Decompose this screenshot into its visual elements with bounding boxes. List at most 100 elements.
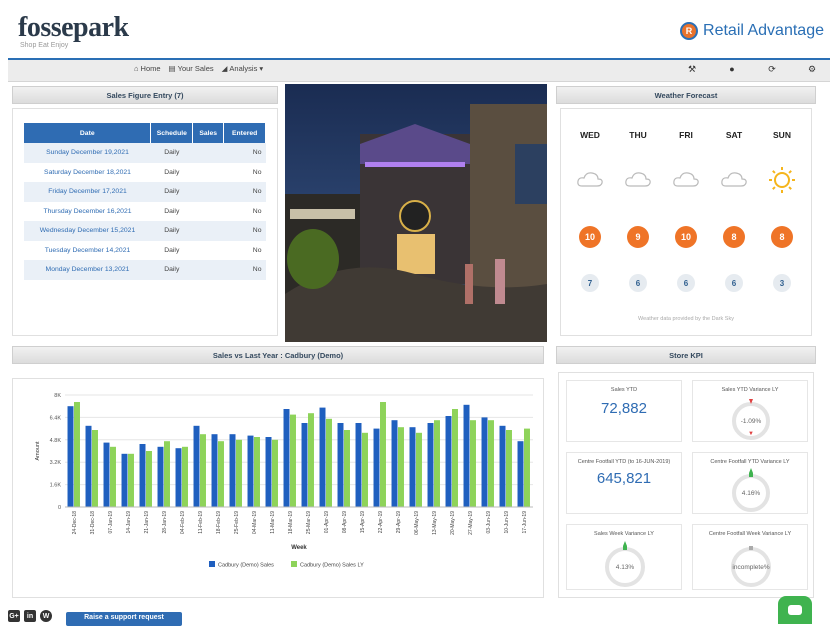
wordpress-icon[interactable]: W bbox=[40, 610, 52, 622]
chart-bar bbox=[319, 407, 326, 507]
chart-bar bbox=[85, 425, 92, 507]
kpi-footfall-ytd-variance[interactable]: Centre Footfall YTD Variance LY 4.16% bbox=[692, 452, 808, 514]
kpi-sales-ytd[interactable]: Sales YTD 72,882 bbox=[566, 380, 682, 442]
table-row[interactable]: Wednesday December 15,2021 Daily No bbox=[24, 221, 266, 241]
sales-chart-panel: 0 1.6K 3.2K 4.8K 6.4K 8K Amount 24-Dec-18 31-Dec… bbox=[12, 378, 544, 598]
x-tick-label: 31-Dec-18 bbox=[90, 511, 96, 535]
chart-bar bbox=[229, 434, 236, 507]
x-tick-label: 28-Jan-19 bbox=[162, 511, 168, 534]
forecast-high: 9 bbox=[614, 226, 662, 248]
table-row[interactable]: Saturday December 18,2021 Daily No bbox=[24, 163, 266, 183]
chart-bar bbox=[337, 423, 344, 507]
y-tick-label: 0 bbox=[58, 505, 61, 511]
chart-bar bbox=[67, 406, 74, 507]
low-temp-badge: 6 bbox=[629, 274, 647, 292]
x-tick-label: 20-May-19 bbox=[450, 511, 456, 535]
x-tick-label: 03-Jun-19 bbox=[486, 511, 492, 534]
sales-entry-table-wrap: Date Schedule Sales Entered Sunday Decem… bbox=[24, 123, 266, 280]
chat-button[interactable] bbox=[778, 596, 812, 624]
legend-swatch bbox=[291, 561, 297, 567]
kpi-label: Sales YTD bbox=[610, 387, 638, 393]
cell-date[interactable]: Wednesday December 15,2021 bbox=[24, 221, 151, 241]
chart-bar bbox=[398, 427, 404, 507]
x-tick-label: 08-Apr-19 bbox=[342, 511, 348, 533]
google-plus-icon[interactable]: G+ bbox=[8, 610, 20, 622]
weather-panel bbox=[560, 108, 812, 336]
cell-date[interactable]: Saturday December 18,2021 bbox=[24, 163, 151, 183]
kpi-sales-week-variance[interactable]: Sales Week Variance LY 4.13% bbox=[566, 524, 682, 590]
cell-schedule: Daily bbox=[164, 207, 180, 215]
nav-analysis[interactable]: ◢ Analysis ▾ bbox=[222, 64, 263, 73]
weather-day: THU bbox=[629, 130, 647, 140]
centre-image bbox=[285, 84, 547, 342]
table-row[interactable]: Friday December 17,2021 Daily No bbox=[24, 182, 266, 202]
x-tick-label: 07-Jan-19 bbox=[108, 511, 114, 534]
forecast-high: 10 bbox=[662, 226, 710, 248]
x-tick-label: 15-Apr-19 bbox=[360, 511, 366, 533]
cell-schedule: Daily bbox=[150, 260, 193, 280]
forecast-low: 6 bbox=[614, 274, 662, 292]
kpi-sales-ytd-variance[interactable]: Sales YTD Variance LY -1.09% ▼ bbox=[692, 380, 808, 442]
weather-days: WED THU FRI SAT SUN bbox=[566, 130, 806, 140]
table-header-row: Date Schedule Sales Entered bbox=[24, 123, 266, 143]
high-temp-badge: 10 bbox=[579, 226, 601, 248]
social-links: G+ in W bbox=[8, 610, 52, 622]
chart-bar bbox=[211, 434, 218, 507]
table-row[interactable]: Monday December 13,2021 Daily No bbox=[24, 260, 266, 280]
cell-date[interactable]: Tuesday December 14,2021 bbox=[24, 241, 151, 261]
kpi-footfall-ytd[interactable]: Centre Footfall YTD (to 16-JUN-2019) 645… bbox=[566, 452, 682, 514]
sales-entry-panel: Date Schedule Sales Entered Sunday Decem… bbox=[12, 108, 278, 336]
y-tick-label: 6.4K bbox=[50, 415, 62, 421]
x-tick-label: 14-Jan-19 bbox=[126, 511, 132, 534]
chart-bar bbox=[326, 418, 332, 507]
kpi-footfall-week-variance[interactable]: Centre Footfall Week Variance LY incompl… bbox=[692, 524, 808, 590]
brand-tagline: Shop Eat Enjoy bbox=[20, 42, 69, 49]
chart-bar bbox=[517, 441, 524, 507]
nav-your-sales[interactable]: ▤ Your Sales bbox=[169, 64, 214, 73]
column-header-sales[interactable]: Sales bbox=[192, 123, 225, 143]
cell-date[interactable]: Monday December 13,2021 bbox=[24, 260, 151, 280]
nav-home[interactable]: ⌂ Home bbox=[134, 64, 161, 73]
cell-schedule: Daily bbox=[150, 221, 193, 241]
cell-schedule: Daily bbox=[150, 182, 193, 202]
chart-bar bbox=[488, 420, 494, 507]
column-header-entered[interactable]: Entered bbox=[223, 123, 266, 143]
retail-advantage-icon: R bbox=[680, 22, 699, 40]
help-icon[interactable]: ● bbox=[712, 64, 752, 75]
chart-bar bbox=[290, 414, 296, 507]
gear-icon[interactable]: ⚙ bbox=[792, 64, 830, 75]
table-row[interactable]: Tuesday December 14,2021 Daily No bbox=[24, 241, 266, 261]
linkedin-icon[interactable]: in bbox=[24, 610, 36, 622]
cell-entered: No bbox=[252, 207, 262, 215]
forecast-low: 6 bbox=[662, 274, 710, 292]
table-row[interactable]: Sunday December 19,2021 Daily No bbox=[24, 143, 266, 163]
chart-bar bbox=[362, 432, 368, 507]
y-tick-label: 8K bbox=[54, 393, 61, 399]
cell-date[interactable]: Sunday December 19,2021 bbox=[24, 143, 151, 163]
wrench-icon[interactable]: ⚒ bbox=[672, 64, 712, 75]
y-axis-label: Amount bbox=[35, 441, 41, 460]
cell-date[interactable]: Thursday December 16,2021 bbox=[24, 202, 151, 222]
column-header-date[interactable]: Date bbox=[24, 123, 152, 143]
high-temp-badge: 9 bbox=[627, 226, 649, 248]
chart-bar bbox=[355, 423, 362, 507]
x-tick-label: 22-Apr-19 bbox=[378, 511, 384, 533]
chart-bar bbox=[481, 417, 488, 507]
kpi-value: -1.09% bbox=[740, 418, 762, 425]
chart-bar bbox=[200, 434, 206, 507]
cell-entered: No bbox=[252, 168, 262, 176]
x-tick-label: 04-Mar-19 bbox=[252, 511, 258, 534]
refresh-icon[interactable]: ⟳ bbox=[752, 64, 792, 75]
kpi-label: Centre Footfall YTD (to 16-JUN-2019) bbox=[577, 459, 671, 465]
y-tick-label: 4.8K bbox=[50, 438, 62, 444]
retail-advantage-logo[interactable]: R Retail Advantage bbox=[680, 22, 824, 40]
chart-bar bbox=[427, 423, 434, 507]
down-arrow-icon: ▼ bbox=[748, 431, 754, 437]
x-tick-label: 11-Feb-19 bbox=[198, 511, 204, 534]
table-row[interactable]: Thursday December 16,2021 Daily No bbox=[24, 202, 266, 222]
chart-bar bbox=[247, 435, 254, 507]
column-header-schedule[interactable]: Schedule bbox=[150, 123, 194, 143]
high-temp-badge: 10 bbox=[675, 226, 697, 248]
brand-logo[interactable]: fossepark bbox=[18, 12, 129, 44]
cell-date[interactable]: Friday December 17,2021 bbox=[24, 182, 151, 202]
